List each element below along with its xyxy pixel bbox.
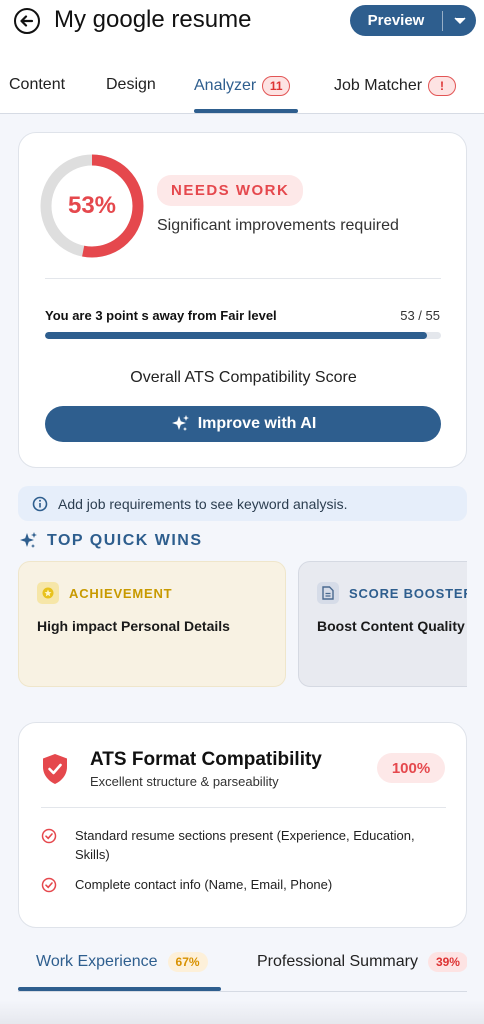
sparkle-icon bbox=[171, 415, 189, 431]
score-card: 53% NEEDS WORK Significant improvements … bbox=[18, 132, 467, 468]
ats-format-subtitle: Excellent structure & parseability bbox=[90, 774, 279, 789]
improve-with-ai-button[interactable]: Improve with AI bbox=[45, 406, 441, 442]
progress-value: 53 / 55 bbox=[400, 308, 440, 323]
ats-check-text: Complete contact info (Name, Email, Phon… bbox=[75, 877, 333, 892]
preview-dropdown-toggle[interactable] bbox=[443, 16, 476, 25]
ats-format-card: ATS Format Compatibility Excellent struc… bbox=[18, 722, 467, 928]
quick-wins-carousel[interactable]: ACHIEVEMENT High impact Personal Details… bbox=[18, 561, 467, 687]
quick-win-tag-label: ACHIEVEMENT bbox=[69, 585, 173, 601]
preview-button[interactable]: Preview bbox=[350, 12, 442, 29]
ats-format-title: ATS Format Compatibility bbox=[90, 749, 322, 770]
tab-job-matcher-label: Job Matcher bbox=[334, 77, 423, 94]
quick-wins-heading: TOP QUICK WINS bbox=[18, 531, 203, 551]
tab-design-label: Design bbox=[106, 76, 156, 93]
ats-check-text: Standard resume sections present (Experi… bbox=[75, 828, 415, 862]
check-circle-icon bbox=[41, 877, 57, 893]
tab-job-matcher[interactable]: Job Matcher ! bbox=[334, 76, 457, 96]
sparkle-icon bbox=[20, 532, 37, 548]
job-matcher-alert-badge: ! bbox=[428, 76, 457, 96]
active-section-tab-indicator bbox=[18, 987, 221, 991]
tab-content[interactable]: Content bbox=[9, 76, 65, 94]
work-experience-score-badge: 67% bbox=[167, 952, 208, 972]
preview-button-group: Preview bbox=[350, 5, 476, 36]
quick-win-title: Boost Content Quality bbox=[317, 618, 465, 634]
status-description: Significant improvements required bbox=[157, 217, 399, 234]
check-circle-icon bbox=[41, 828, 57, 844]
divider bbox=[41, 807, 446, 808]
progress-bar bbox=[45, 332, 441, 339]
shield-check-icon bbox=[43, 754, 67, 784]
quick-win-tag: SCORE BOOSTER bbox=[317, 582, 467, 604]
info-icon bbox=[32, 496, 48, 511]
quick-win-title: High impact Personal Details bbox=[37, 618, 230, 634]
info-banner: Add job requirements to see keyword anal… bbox=[18, 486, 467, 521]
document-icon bbox=[317, 582, 339, 604]
chevron-down-icon bbox=[453, 16, 466, 24]
progress-bar-fill bbox=[45, 332, 427, 339]
divider bbox=[45, 278, 441, 279]
info-banner-text: Add job requirements to see keyword anal… bbox=[58, 495, 348, 512]
quick-win-card-achievement[interactable]: ACHIEVEMENT High impact Personal Details bbox=[18, 561, 286, 687]
tab-work-experience[interactable]: Work Experience 67% bbox=[36, 952, 208, 972]
tab-analyzer[interactable]: Analyzer 11 bbox=[194, 76, 291, 96]
quick-wins-title: TOP QUICK WINS bbox=[47, 532, 203, 549]
quick-win-tag-label: SCORE BOOSTER bbox=[349, 585, 467, 601]
main-tabs: Content Design Analyzer 11 Job Matcher ! bbox=[0, 62, 484, 114]
ats-score-label: Overall ATS Compatibility Score bbox=[130, 369, 357, 386]
tab-professional-summary-label: Professional Summary bbox=[257, 953, 418, 970]
quick-win-tag: ACHIEVEMENT bbox=[37, 582, 172, 604]
resume-title: My google resume bbox=[54, 6, 252, 33]
section-tabs: Work Experience 67% Professional Summary… bbox=[18, 942, 467, 992]
quick-win-card-score-booster[interactable]: SCORE BOOSTER Boost Content Quality bbox=[298, 561, 467, 687]
improve-button-label: Improve with AI bbox=[197, 415, 317, 432]
star-icon bbox=[37, 582, 59, 604]
ats-check-item: Complete contact info (Name, Email, Phon… bbox=[41, 875, 441, 894]
progress-label: You are 3 point s away from Fair level bbox=[45, 308, 277, 323]
tab-design[interactable]: Design bbox=[106, 76, 156, 94]
professional-summary-score-badge: 39% bbox=[427, 952, 467, 972]
tab-content-label: Content bbox=[9, 76, 66, 93]
back-arrow-icon[interactable] bbox=[14, 8, 40, 34]
ats-check-item: Standard resume sections present (Experi… bbox=[41, 826, 441, 864]
tab-professional-summary[interactable]: Professional Summary 39% bbox=[257, 952, 467, 972]
score-percent: 53% bbox=[67, 192, 117, 219]
active-tab-indicator bbox=[194, 109, 298, 113]
top-bar: My google resume Preview bbox=[0, 0, 484, 62]
tab-work-experience-label: Work Experience bbox=[36, 953, 158, 970]
status-badge: NEEDS WORK bbox=[157, 175, 304, 206]
bottom-fade bbox=[0, 1000, 484, 1024]
tab-analyzer-label: Analyzer bbox=[194, 77, 257, 94]
ats-format-score-badge: 100% bbox=[377, 753, 445, 783]
analyzer-issue-badge: 11 bbox=[262, 76, 291, 96]
